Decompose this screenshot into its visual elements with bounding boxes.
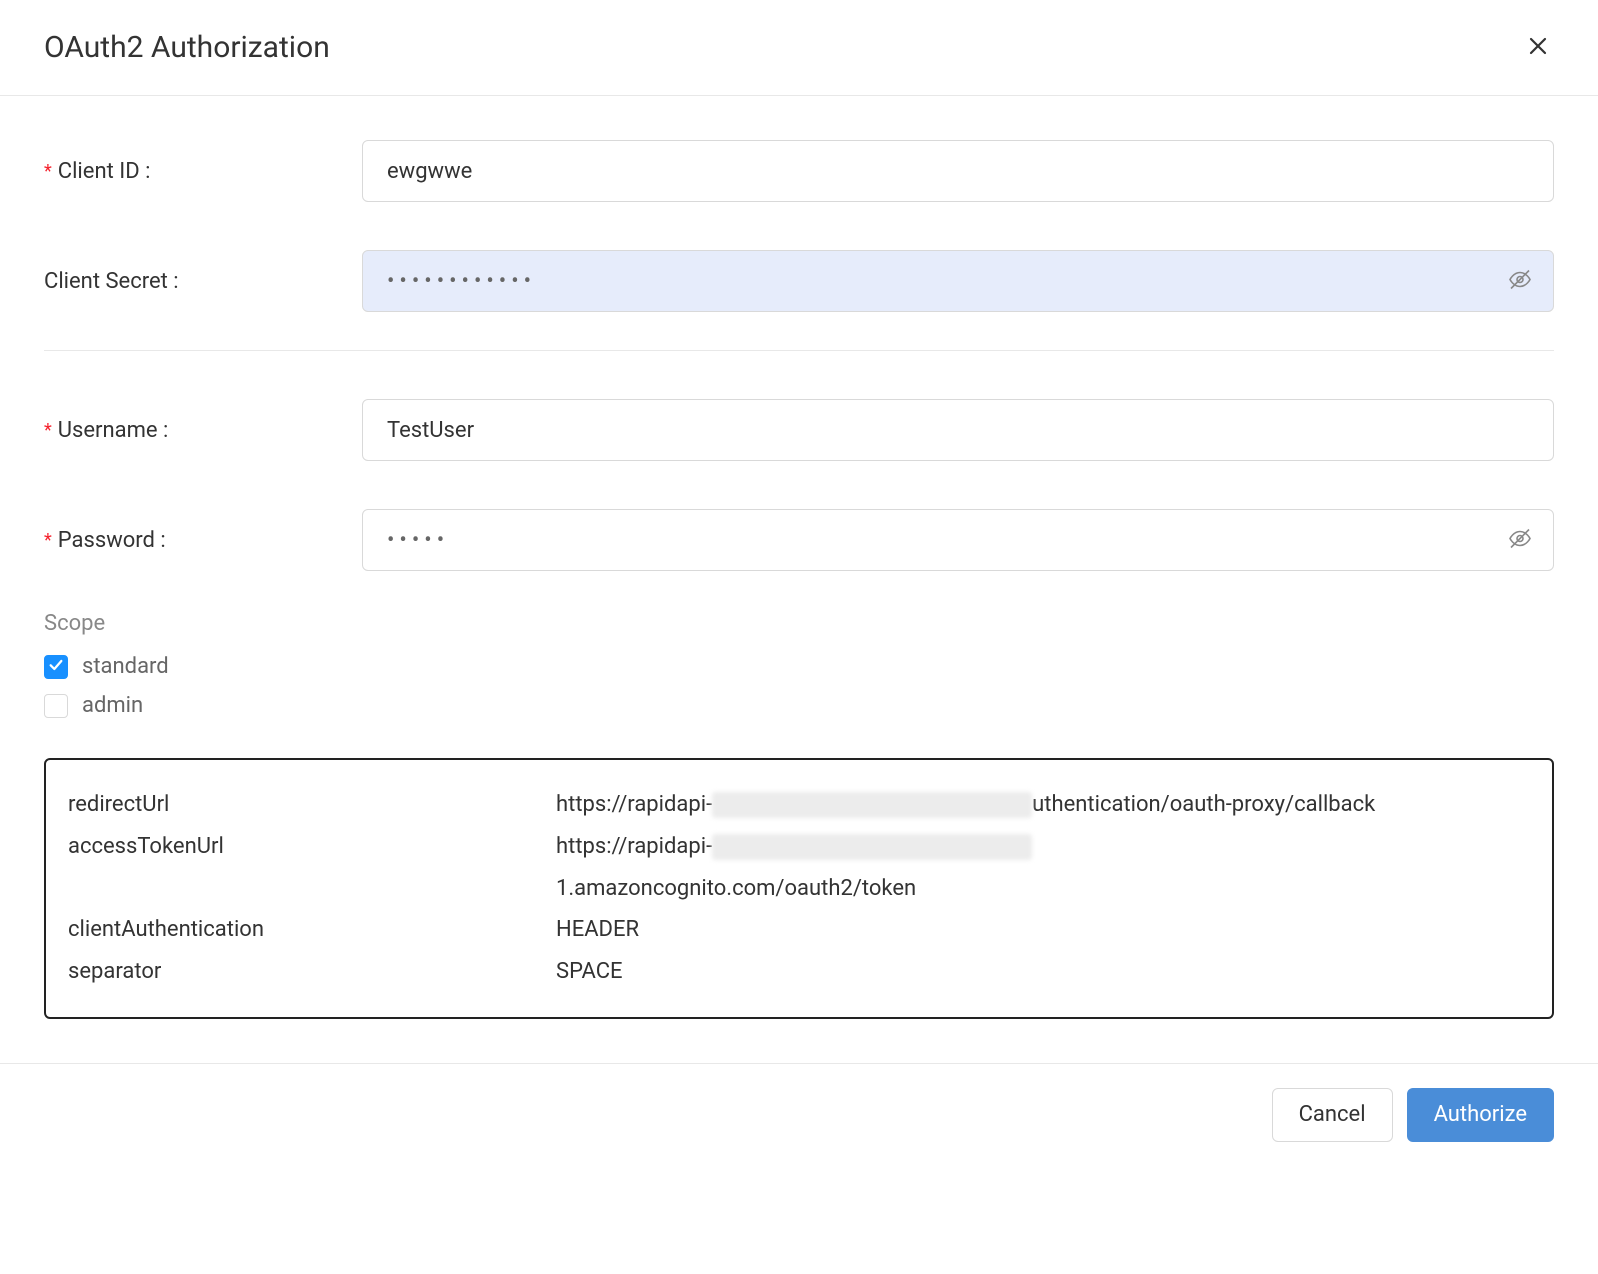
scope-option-standard[interactable]: standard: [44, 654, 1554, 679]
required-mark: *: [44, 530, 52, 551]
client-secret-masked-value: ••••••••••••: [387, 269, 536, 294]
oauth-details-box: redirectUrl https://rapidapi- uthenticat…: [44, 758, 1554, 1019]
detail-access-token-url: accessTokenUrl https://rapidapi-: [68, 826, 1530, 868]
detail-client-auth: clientAuthentication HEADER: [68, 909, 1530, 951]
close-button[interactable]: [1522, 30, 1554, 65]
redirect-url-prefix: https://rapidapi-: [556, 784, 712, 826]
modal-header: OAuth2 Authorization: [0, 0, 1598, 96]
close-icon: [1526, 34, 1550, 61]
detail-key-client-auth: clientAuthentication: [68, 909, 556, 951]
modal-footer: Cancel Authorize: [0, 1063, 1598, 1166]
scope-section: Scope standard admin: [44, 611, 1554, 718]
detail-redirect-url: redirectUrl https://rapidapi- uthenticat…: [68, 784, 1530, 826]
access-token-url-line2: 1.amazoncognito.com/oauth2/token: [556, 868, 1530, 910]
username-label-text: Username :: [58, 418, 169, 443]
authorize-button[interactable]: Authorize: [1407, 1088, 1554, 1142]
eye-off-icon: [1508, 268, 1532, 295]
check-icon: [48, 657, 64, 677]
redacted-segment: [712, 834, 1032, 860]
required-mark: *: [44, 161, 52, 182]
password-visibility-toggle[interactable]: [1504, 523, 1536, 558]
password-label: * Password :: [44, 528, 362, 553]
password-row: * Password : •••••: [44, 509, 1554, 571]
cancel-button[interactable]: Cancel: [1272, 1088, 1393, 1142]
redirect-url-suffix: uthentication/oauth-proxy/callback: [1032, 784, 1375, 826]
scope-option-standard-label: standard: [82, 654, 169, 679]
detail-value-access-token-url: https://rapidapi-: [556, 826, 1530, 868]
detail-key-empty: [68, 868, 556, 910]
client-id-label: * Client ID :: [44, 159, 362, 184]
username-label: * Username :: [44, 418, 362, 443]
checkbox-admin[interactable]: [44, 694, 68, 718]
section-divider: [44, 350, 1554, 351]
client-secret-visibility-toggle[interactable]: [1504, 264, 1536, 299]
password-input[interactable]: •••••: [362, 509, 1554, 571]
client-secret-row: Client Secret : ••••••••••••: [44, 250, 1554, 312]
scope-option-admin-label: admin: [82, 693, 143, 718]
client-id-label-text: Client ID :: [58, 159, 151, 184]
detail-key-separator: separator: [68, 951, 556, 993]
redacted-segment: [712, 792, 1032, 818]
required-mark: *: [44, 420, 52, 441]
password-label-text: Password :: [58, 528, 166, 553]
eye-off-icon: [1508, 527, 1532, 554]
detail-key-redirect-url: redirectUrl: [68, 784, 556, 826]
detail-value-redirect-url: https://rapidapi- uthentication/oauth-pr…: [556, 784, 1530, 826]
detail-value-separator: SPACE: [556, 951, 1530, 993]
client-secret-label-text: Client Secret :: [44, 269, 179, 294]
client-id-row: * Client ID :: [44, 140, 1554, 202]
detail-key-access-token-url: accessTokenUrl: [68, 826, 556, 868]
client-secret-input[interactable]: ••••••••••••: [362, 250, 1554, 312]
detail-separator: separator SPACE: [68, 951, 1530, 993]
client-secret-label: Client Secret :: [44, 269, 362, 294]
password-masked-value: •••••: [387, 528, 449, 553]
modal-title: OAuth2 Authorization: [44, 30, 330, 65]
access-token-url-prefix: https://rapidapi-: [556, 826, 712, 868]
modal-body: * Client ID : Client Secret : ••••••••••…: [0, 96, 1598, 1063]
detail-value-client-auth: HEADER: [556, 909, 1530, 951]
username-row: * Username :: [44, 399, 1554, 461]
username-input[interactable]: [362, 399, 1554, 461]
scope-option-admin[interactable]: admin: [44, 693, 1554, 718]
checkbox-standard[interactable]: [44, 655, 68, 679]
detail-access-token-url-line2: 1.amazoncognito.com/oauth2/token: [68, 868, 1530, 910]
scope-label: Scope: [44, 611, 1554, 636]
client-id-input[interactable]: [362, 140, 1554, 202]
